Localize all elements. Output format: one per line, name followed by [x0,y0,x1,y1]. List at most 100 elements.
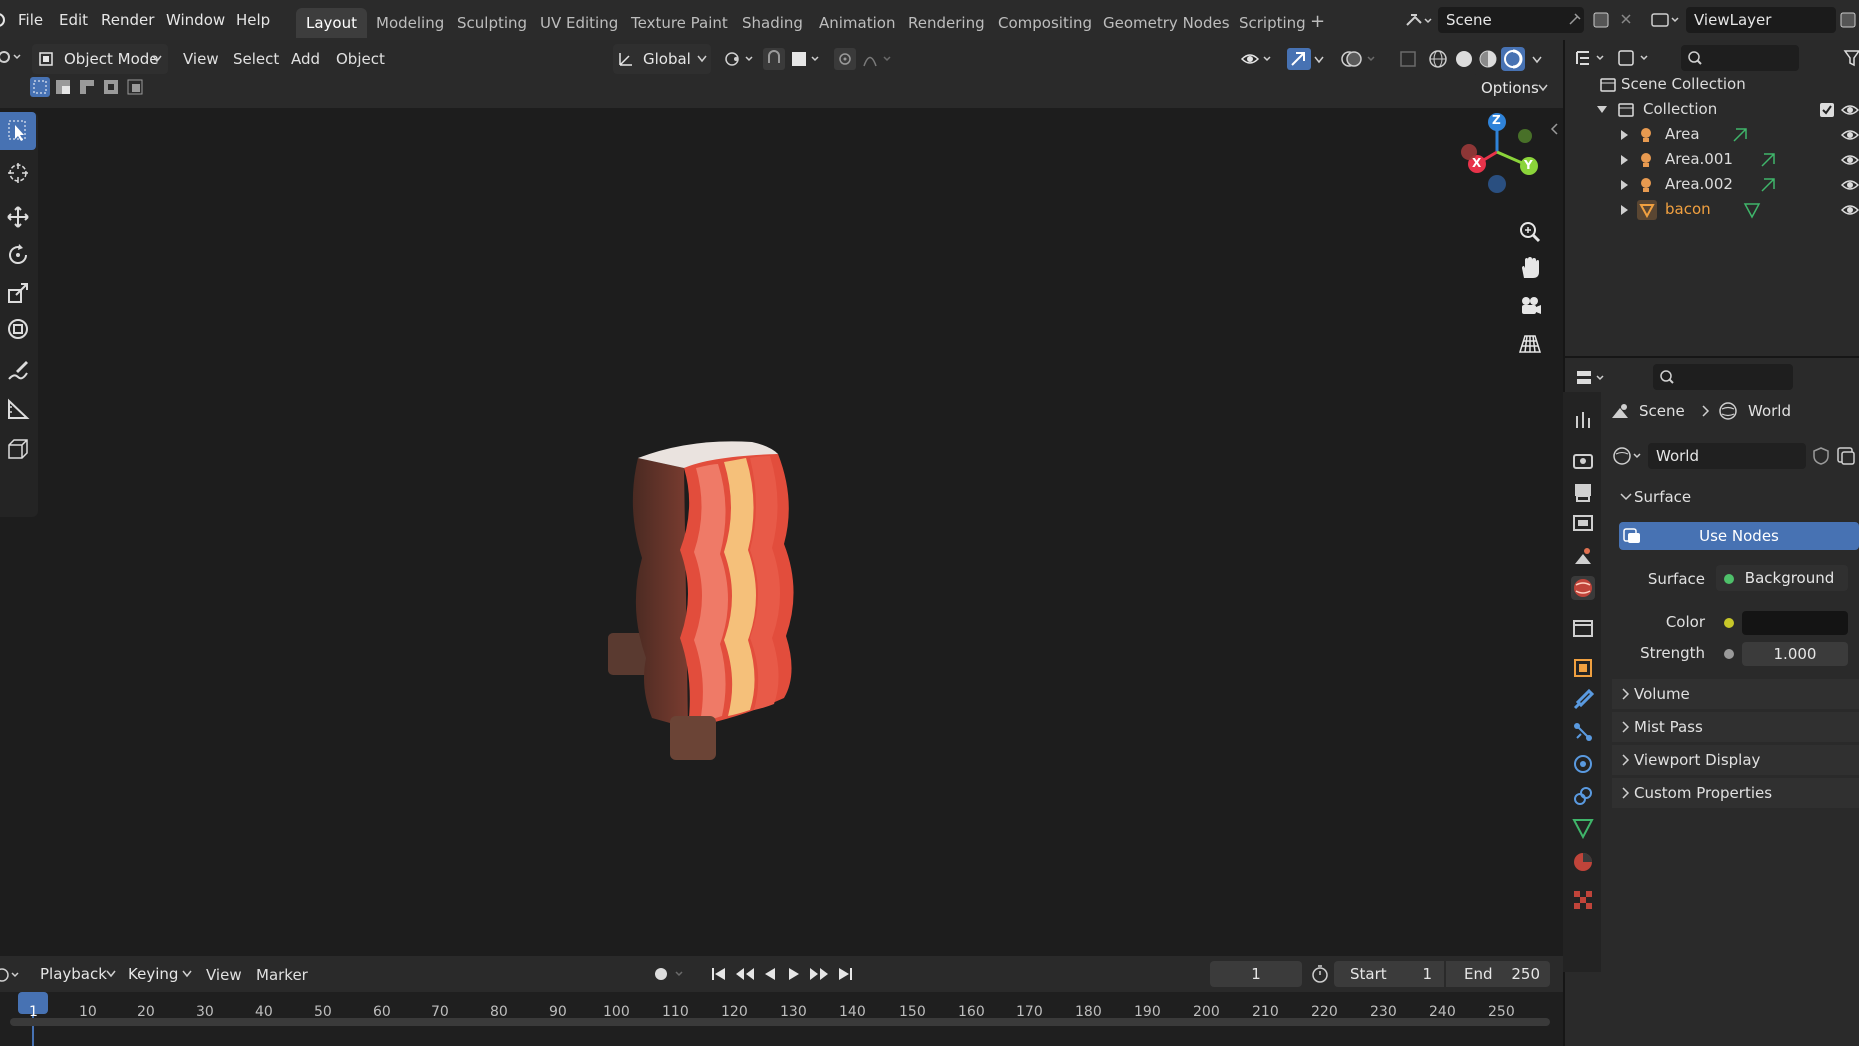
shading-solid-icon[interactable] [1454,49,1474,69]
new-viewlayer-icon[interactable] [1838,10,1858,30]
tool-rotate[interactable] [0,236,36,274]
expand-arrow-right-icon[interactable] [1621,180,1629,190]
keying-menu[interactable]: Keying [122,960,194,988]
surface-shader-field[interactable]: Background [1716,565,1848,591]
jump-start-icon[interactable] [710,966,728,982]
tool-select[interactable] [0,112,36,150]
tab-collection[interactable] [1571,616,1595,640]
falloff-icon[interactable] [862,49,896,69]
pan-hand-icon[interactable] [1518,256,1542,280]
menu-render[interactable]: Render [101,11,154,29]
breadcrumb-world[interactable]: World [1748,402,1791,420]
timeline-menu-marker[interactable]: Marker [256,966,308,984]
world-name-field[interactable]: World [1648,443,1806,469]
current-frame-field[interactable]: 1 [1210,961,1302,987]
eye-icon[interactable] [1841,152,1859,168]
expand-arrow-right-icon[interactable] [1621,130,1629,140]
menu-add[interactable]: Add [291,44,320,74]
scene-icon[interactable] [1405,11,1433,29]
tab-render[interactable] [1571,448,1595,472]
tab-compositing[interactable]: Compositing [988,8,1102,38]
tab-scripting[interactable]: Scripting [1229,8,1316,38]
playback-menu[interactable]: Playback [34,960,118,988]
volume-panel-header[interactable]: Volume [1612,679,1859,709]
outliner-item-area-001[interactable]: Area.001 [1565,147,1859,172]
mist-pass-panel-header[interactable]: Mist Pass [1612,712,1859,742]
shading-dropdown-icon[interactable] [1532,56,1542,64]
tab-modeling[interactable]: Modeling [366,8,454,38]
select-mode-new-icon[interactable] [29,76,51,98]
outliner-collection[interactable]: Collection [1565,97,1859,122]
play-icon[interactable] [786,966,802,982]
tab-world[interactable] [1571,576,1595,600]
shading-rendered-icon[interactable] [1500,46,1526,72]
tab-uv-editing[interactable]: UV Editing [530,8,628,38]
tab-object[interactable] [1571,656,1595,680]
tool-measure[interactable] [0,390,36,428]
tab-physics[interactable] [1571,752,1595,776]
tab-object-data[interactable] [1571,816,1595,840]
menu-view[interactable]: View [183,44,219,74]
filter-icon[interactable] [1843,49,1859,67]
tab-rendering[interactable]: Rendering [898,8,995,38]
ortho-grid-icon[interactable] [1518,332,1542,356]
jump-end-icon[interactable] [836,966,854,982]
tab-modifiers[interactable] [1571,688,1595,712]
visibility-icon[interactable] [1240,49,1274,69]
tab-scene[interactable] [1571,544,1595,568]
pivot-point-icon[interactable] [722,49,756,69]
tab-animation[interactable]: Animation [809,8,905,38]
start-frame-field[interactable]: Start 1 [1334,961,1444,987]
viewport-display-panel-header[interactable]: Viewport Display [1612,745,1859,775]
mode-dropdown[interactable]: Object Mode [32,44,168,74]
use-nodes-button[interactable]: Use Nodes [1619,522,1859,550]
tab-view-layer[interactable] [1571,512,1595,536]
menu-file[interactable]: File [18,11,43,29]
viewlayer-icon[interactable] [1650,10,1684,30]
custom-properties-panel-header[interactable]: Custom Properties [1612,778,1859,808]
timeline-editor-icon[interactable] [0,966,22,984]
tab-sculpting[interactable]: Sculpting [447,8,537,38]
xray-icon[interactable] [1398,49,1418,69]
outliner-item-bacon[interactable]: bacon [1565,197,1859,222]
shading-wireframe-icon[interactable] [1428,49,1448,69]
eye-icon[interactable] [1841,177,1859,193]
menu-edit[interactable]: Edit [59,11,88,29]
tab-geometry-nodes[interactable]: Geometry Nodes [1093,8,1240,38]
tab-shading[interactable]: Shading [732,8,813,38]
expand-arrow-down-icon[interactable] [1597,106,1607,114]
orientation-dropdown[interactable]: Global [613,44,711,74]
tool-scale[interactable] [0,274,36,312]
overlays-icon[interactable] [1340,48,1380,70]
sidebar-toggle-icon[interactable] [1549,122,1559,136]
tab-layout[interactable]: Layout [296,8,367,38]
jump-keyframe-forward-icon[interactable] [808,966,830,982]
options-dropdown[interactable]: Options [1473,74,1553,102]
light-data-icon[interactable] [1759,176,1777,194]
light-data-icon[interactable] [1759,151,1777,169]
display-mode-icon[interactable] [1617,48,1651,68]
eye-icon[interactable] [1841,102,1859,118]
scene-field[interactable]: Scene [1438,7,1584,33]
viewlayer-field[interactable]: ViewLayer [1686,7,1836,33]
tool-transform[interactable] [0,310,36,348]
new-world-icon[interactable] [1836,446,1856,466]
eye-icon[interactable] [1841,127,1859,143]
fake-user-shield-icon[interactable] [1812,447,1830,465]
menu-object[interactable]: Object [336,44,385,74]
outliner-item-area[interactable]: Area [1565,122,1859,147]
select-mode-subtract-icon[interactable] [78,78,96,96]
strength-field[interactable]: 1.000 [1742,642,1848,666]
menu-window[interactable]: Window [166,11,225,29]
add-workspace-icon[interactable]: + [1310,11,1325,32]
expand-arrow-right-icon[interactable] [1621,155,1629,165]
eye-icon[interactable] [1841,202,1859,218]
checkbox-icon[interactable] [1819,102,1835,118]
new-scene-icon[interactable] [1591,10,1611,30]
properties-search-input[interactable] [1653,364,1793,390]
pin-icon[interactable] [1566,12,1582,28]
play-reverse-icon[interactable] [762,966,778,982]
end-frame-field[interactable]: End 250 [1446,961,1550,987]
outliner-scene-collection[interactable]: Scene Collection [1565,72,1859,97]
stopwatch-icon[interactable] [1310,964,1330,984]
